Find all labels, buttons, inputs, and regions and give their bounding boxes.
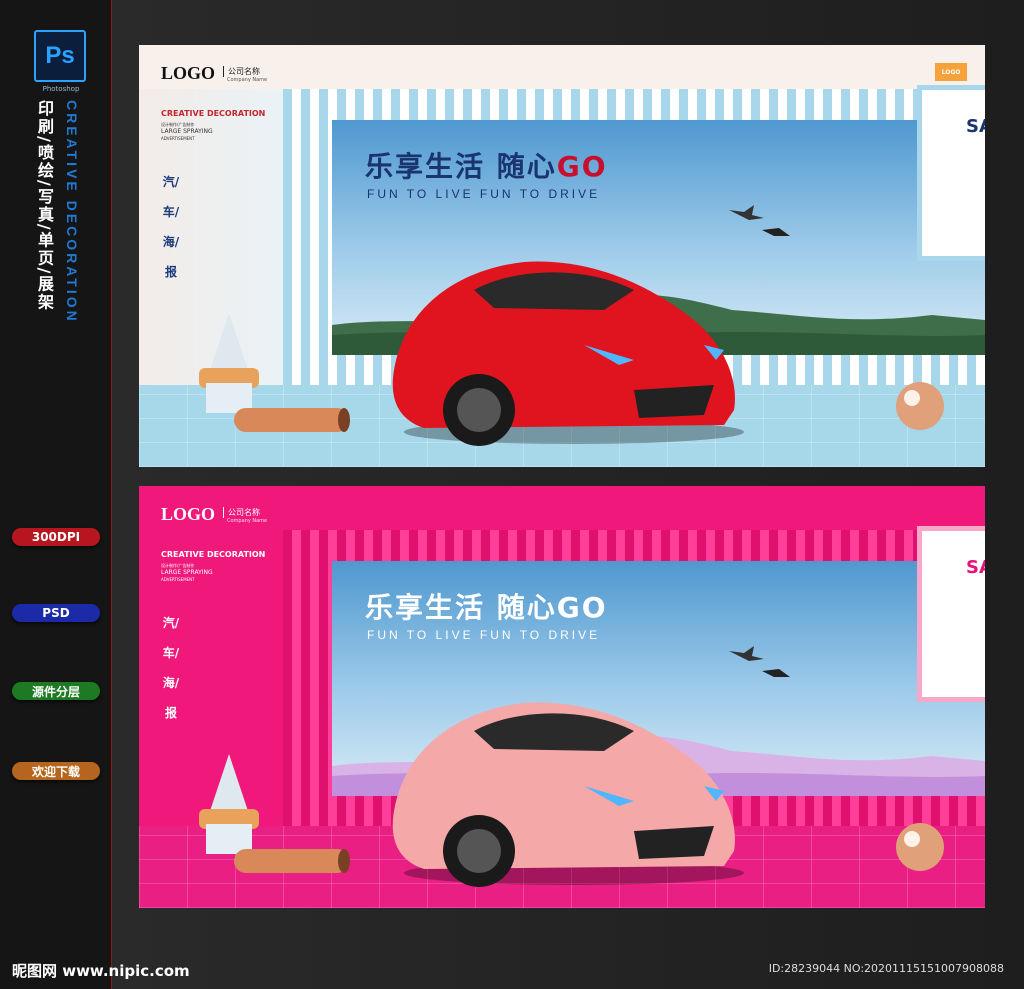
photoshop-logo: Ps <box>34 30 86 82</box>
logo: LOGO <box>161 504 216 524</box>
company-name-en: Company Name <box>227 518 268 524</box>
car-pink <box>392 702 744 887</box>
headline-go: GO <box>556 591 608 624</box>
frame-text: SA <box>966 557 985 578</box>
badge-layered: 源件分层 <box>12 682 100 700</box>
vertical-tag: 汽/车/海/报 <box>162 616 180 720</box>
watermark: 昵图网 www.nipic.com <box>12 962 190 980</box>
hanging-logo-tag: LOGO <box>935 63 967 81</box>
car-red <box>392 261 744 446</box>
display-frame: SA <box>917 85 985 261</box>
subline: FUN TO LIVE FUN TO DRIVE <box>367 628 601 642</box>
bird-icon <box>729 646 790 677</box>
badge-300dpi: 300DPI <box>12 528 100 546</box>
bird-icon <box>729 205 790 236</box>
subline: FUN TO LIVE FUN TO DRIVE <box>367 187 601 201</box>
tube-decoration <box>234 849 350 873</box>
vertical-creative-decoration: CREATIVE DECORATION <box>64 100 80 324</box>
small-text-2: LARGE SPRAYING <box>161 128 213 135</box>
vertical-tag: 汽/车/海/报 <box>162 175 180 279</box>
vertical-categories: 印刷/喷绘/写真/单页/展架 <box>35 100 54 312</box>
ball-decoration <box>896 823 944 871</box>
ball-decoration <box>896 382 944 430</box>
badge-psd: PSD <box>12 604 100 622</box>
small-text-3: ADVERTISEMENT <box>161 136 195 141</box>
creative-label: CREATIVE DECORATION <box>161 550 266 559</box>
company-name-en: Company Name <box>227 77 268 83</box>
frame-text: SA <box>966 116 985 137</box>
small-text-3: ADVERTISEMENT <box>161 577 195 582</box>
headline-go: GO <box>556 150 608 183</box>
small-text-2: LARGE SPRAYING <box>161 569 213 576</box>
headline-main: 乐享生活 随心 <box>365 150 557 183</box>
creative-label: CREATIVE DECORATION <box>161 109 266 118</box>
company-name: 公司名称 <box>223 507 260 518</box>
badge-download: 欢迎下载 <box>12 762 100 780</box>
display-frame: SA <box>917 526 985 702</box>
image-id: ID:28239044 NO:20201115151007908088 <box>768 962 1004 975</box>
canvas: Ps Photoshop 印刷/喷绘/写真/单页/展架 CREATIVE DEC… <box>0 0 1024 989</box>
headline-main: 乐享生活 随心 <box>365 591 557 624</box>
photoshop-label: Photoshop <box>42 85 80 93</box>
company-name: 公司名称 <box>223 66 260 77</box>
headline: 乐享生活 随心GO <box>365 145 608 185</box>
tube-decoration <box>234 408 350 432</box>
banner-bottom: LOGO 公司名称 Company Name CREATIVE DECORATI… <box>139 486 985 908</box>
banner-top: LOGO 公司名称 Company Name CREATIVE DECORATI… <box>139 45 985 467</box>
logo: LOGO <box>161 63 216 83</box>
sidebar: Ps Photoshop 印刷/喷绘/写真/单页/展架 CREATIVE DEC… <box>0 0 112 989</box>
headline: 乐享生活 随心GO <box>365 586 608 626</box>
